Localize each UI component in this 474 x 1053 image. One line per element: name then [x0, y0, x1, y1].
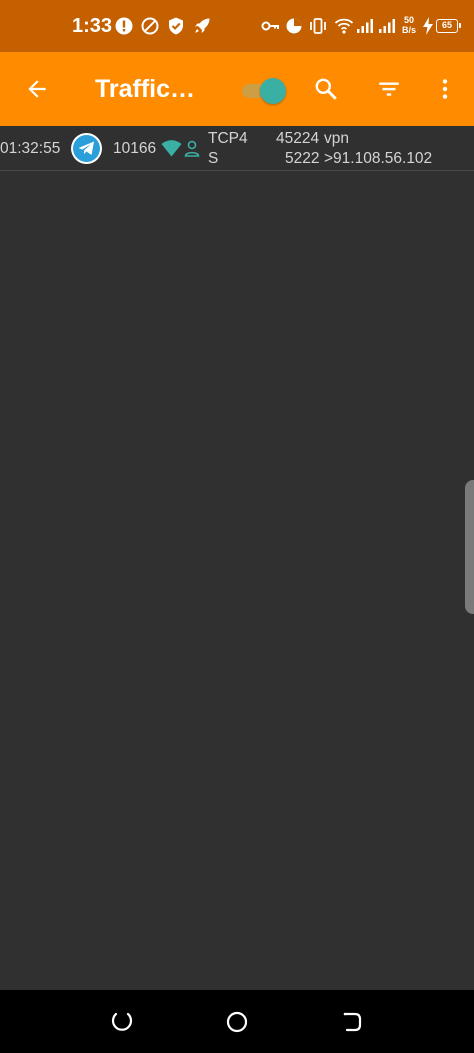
wifi-icon [161, 140, 182, 162]
traffic-toggle[interactable] [240, 78, 286, 104]
back-icon[interactable] [338, 1008, 366, 1036]
traffic-row[interactable]: 01:32:55 10166 TCP4 S 45224 vpn 5222 >91… [0, 127, 474, 171]
scroll-handle[interactable] [465, 480, 474, 614]
do-not-disturb-icon [140, 16, 160, 36]
nav-bar [0, 990, 474, 1053]
shield-icon [166, 16, 186, 36]
traffic-flags: S [208, 150, 219, 167]
recents-icon[interactable] [108, 1008, 136, 1036]
traffic-source-host: vpn [324, 130, 349, 147]
home-icon[interactable] [223, 1008, 251, 1036]
wifi-icon [334, 16, 354, 36]
telegram-icon [71, 133, 102, 164]
signal-icon-2 [377, 16, 397, 36]
signal-icon [355, 16, 375, 36]
rocket-icon [192, 16, 212, 36]
traffic-protocol: TCP4 [208, 130, 248, 147]
traffic-source-port: 45224 [276, 130, 320, 147]
data-saver-icon [284, 16, 304, 36]
search-icon[interactable] [306, 69, 346, 109]
charging-icon [421, 16, 435, 36]
more-vert-icon[interactable] [425, 69, 465, 109]
back-arrow-icon[interactable] [17, 69, 57, 109]
net-speed: 50 B/s [400, 15, 418, 35]
screen: 1:33 50 B/s 65 Traffic… 01:32:55 10166 T… [0, 0, 474, 1053]
net-speed-unit: B/s [401, 25, 416, 35]
status-time: 1:33 [72, 15, 113, 37]
page-title: Traffic… [95, 75, 196, 103]
traffic-dest-port: 5222 [285, 150, 320, 167]
battery-indicator: 65 [436, 19, 461, 33]
filter-icon[interactable] [369, 69, 409, 109]
person-icon [184, 140, 200, 162]
status-bar: 1:33 50 B/s 65 [0, 0, 474, 52]
toggle-thumb [260, 78, 286, 104]
net-speed-value: 50 [403, 15, 414, 25]
app-bar: Traffic… [0, 52, 474, 126]
traffic-time: 01:32:55 [0, 140, 61, 157]
traffic-dest-host: >91.108.56.102 [324, 150, 433, 167]
alert-icon [114, 16, 134, 36]
vibrate-icon [308, 16, 328, 36]
traffic-uid: 10166 [113, 140, 157, 157]
vpn-key-icon [260, 16, 280, 36]
